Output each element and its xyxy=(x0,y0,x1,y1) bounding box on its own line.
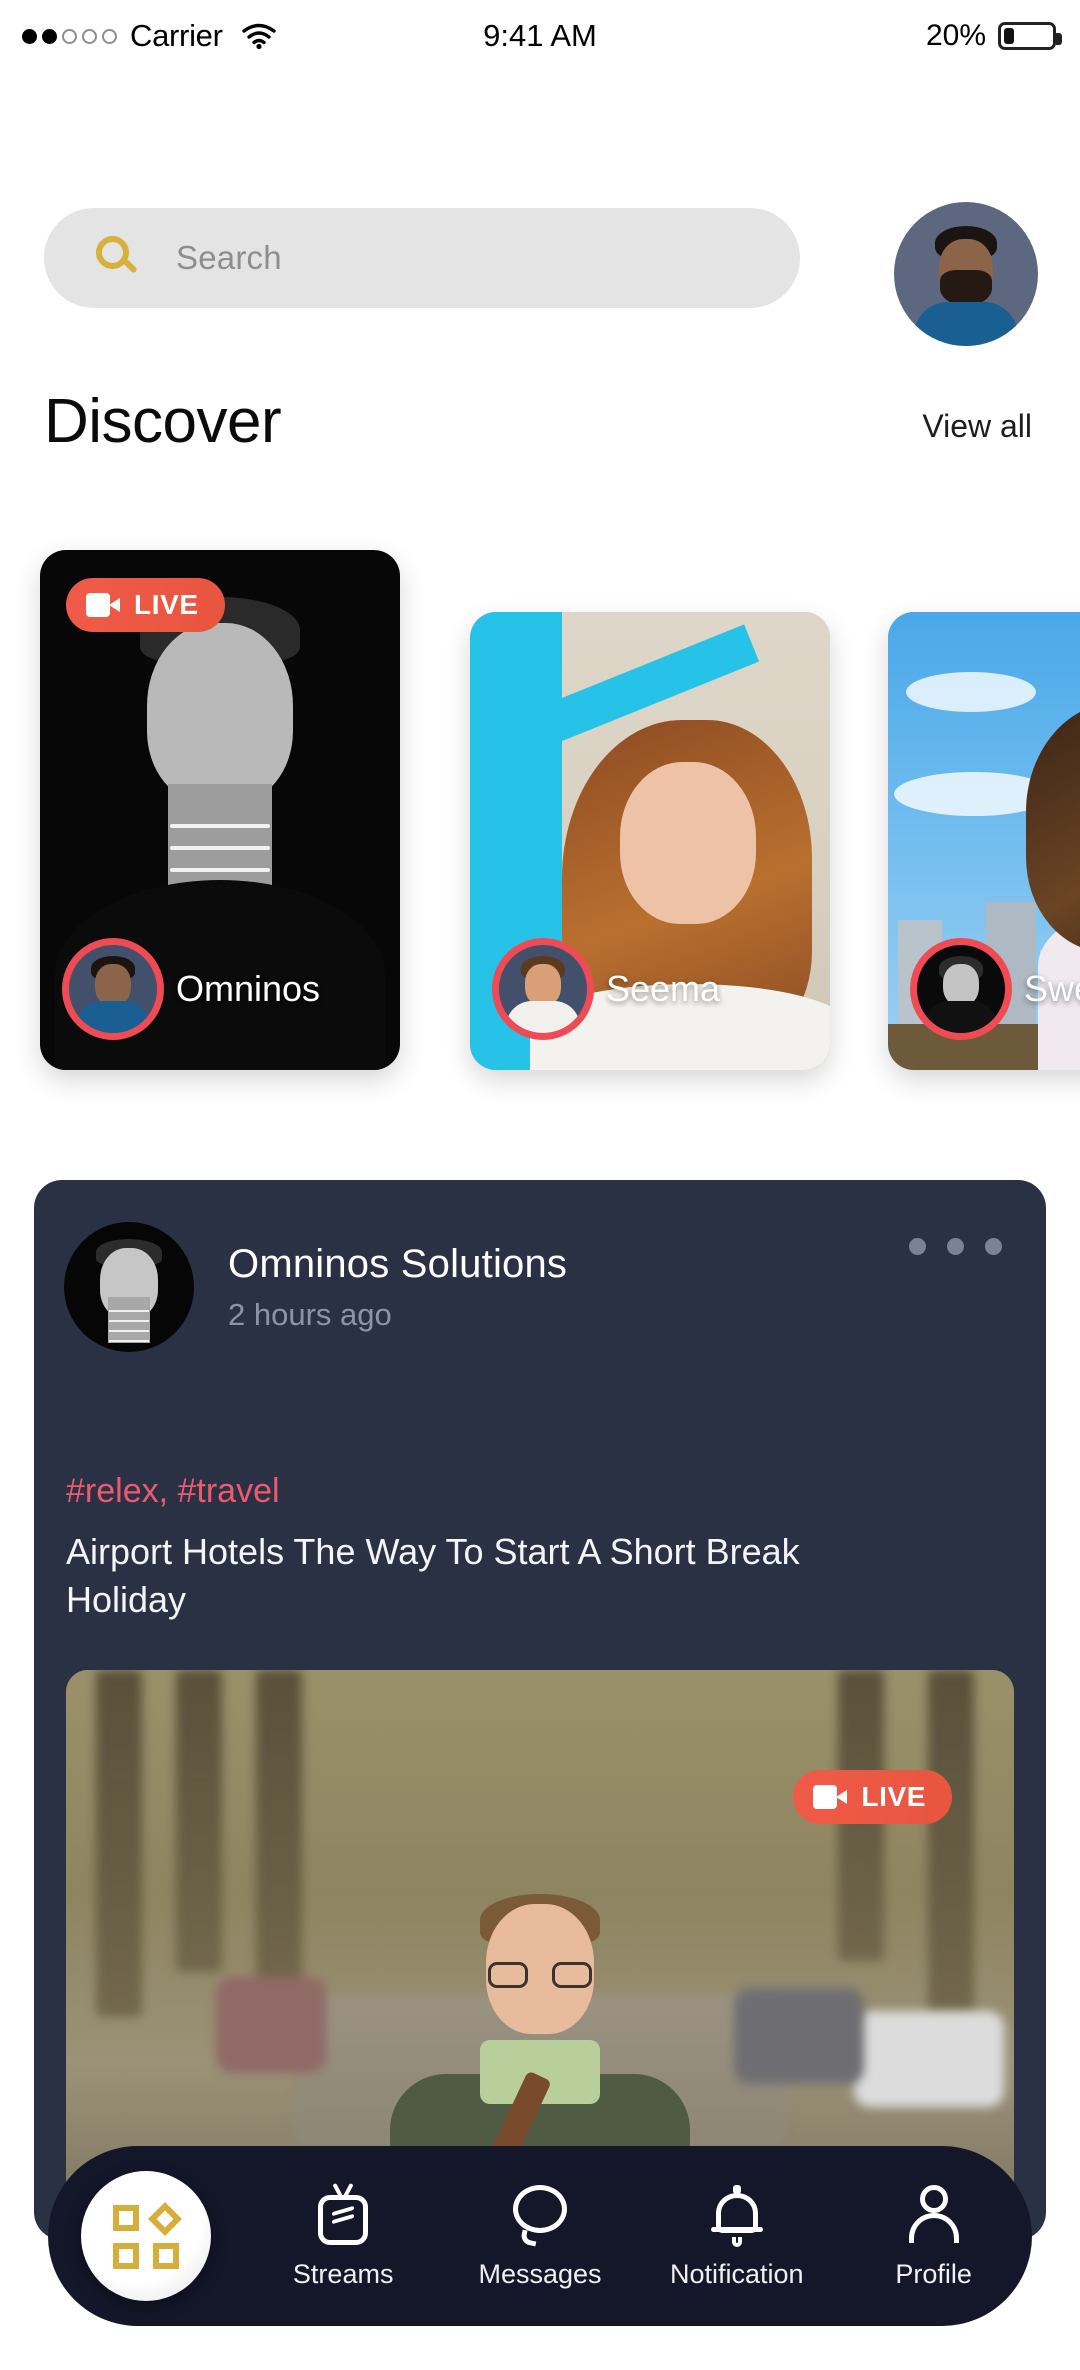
nav-item-streams[interactable]: Streams xyxy=(245,2146,442,2326)
app-screen: Carrier 9:41 AM 20% Search Discover View… xyxy=(0,0,1080,2370)
post-card[interactable]: Omninos Solutions 2 hours ago #relex, #t… xyxy=(34,1180,1046,2240)
live-label: LIVE xyxy=(134,589,199,620)
search-placeholder: Search xyxy=(176,239,282,276)
bottom-navigation: Streams Messages Notification Profile xyxy=(48,2146,1032,2326)
discover-card[interactable]: Seema xyxy=(470,612,830,1070)
nav-item-messages[interactable]: Messages xyxy=(442,2146,639,2326)
discover-card[interactable]: Swe xyxy=(888,612,1080,1070)
live-badge: LIVE xyxy=(793,1770,952,1824)
card-avatar xyxy=(910,938,1012,1040)
search-input[interactable]: Search xyxy=(44,208,800,308)
chat-bubble-icon xyxy=(509,2183,571,2247)
status-bar-time: 9:41 AM xyxy=(483,18,597,53)
bell-icon xyxy=(706,2183,768,2247)
card-user-name: Swe xyxy=(1024,968,1080,1009)
post-tags[interactable]: #relex, #travel xyxy=(66,1472,280,1511)
person-icon xyxy=(903,2183,965,2245)
status-bar-right: 20% xyxy=(925,19,1062,53)
card-user-chip[interactable]: Omninos xyxy=(62,938,320,1040)
card-avatar xyxy=(492,938,594,1040)
nav-item-profile[interactable]: Profile xyxy=(835,2146,1032,2326)
post-author-name: Omninos Solutions xyxy=(228,1241,568,1286)
search-row: Search xyxy=(0,202,1080,346)
tv-icon xyxy=(312,2182,374,2245)
post-author-avatar[interactable] xyxy=(64,1222,194,1352)
post-title: Airport Hotels The Way To Start A Short … xyxy=(66,1531,800,1621)
view-all-link[interactable]: View all xyxy=(922,408,1032,445)
video-camera-icon xyxy=(86,593,120,617)
battery-percent-label: 20% xyxy=(925,19,986,52)
card-user-chip[interactable]: Swe xyxy=(910,938,1080,1040)
nav-label-profile: Profile xyxy=(895,2258,972,2289)
grid-home-icon xyxy=(81,2171,212,2301)
discover-carousel[interactable]: LIVE Omninos Seema Sw xyxy=(0,540,1080,1080)
nav-label-messages: Messages xyxy=(478,2258,602,2289)
battery-icon xyxy=(998,22,1062,50)
avatar[interactable] xyxy=(894,202,1038,346)
post-header: Omninos Solutions 2 hours ago xyxy=(64,1222,567,1352)
status-bar: Carrier 9:41 AM 20% xyxy=(0,0,1080,72)
live-label: LIVE xyxy=(861,1781,926,1812)
post-timestamp: 2 hours ago xyxy=(228,1296,392,1332)
nav-label-streams: Streams xyxy=(292,2258,394,2289)
card-user-name: Seema xyxy=(606,968,721,1009)
discover-header: Discover View all xyxy=(0,386,1080,476)
nav-item-notification[interactable]: Notification xyxy=(638,2146,835,2326)
card-avatar xyxy=(62,938,164,1040)
video-camera-icon xyxy=(813,1785,848,1809)
nav-label-notification: Notification xyxy=(670,2258,804,2289)
nav-item-home[interactable] xyxy=(48,2146,245,2326)
card-user-chip[interactable]: Seema xyxy=(492,938,720,1040)
card-user-name: Omninos xyxy=(176,968,321,1009)
live-badge: LIVE xyxy=(66,578,225,632)
discover-card[interactable]: LIVE Omninos xyxy=(40,550,400,1070)
more-options-icon[interactable] xyxy=(909,1238,1002,1255)
page-title: Discover xyxy=(44,387,282,456)
search-icon xyxy=(96,236,140,280)
